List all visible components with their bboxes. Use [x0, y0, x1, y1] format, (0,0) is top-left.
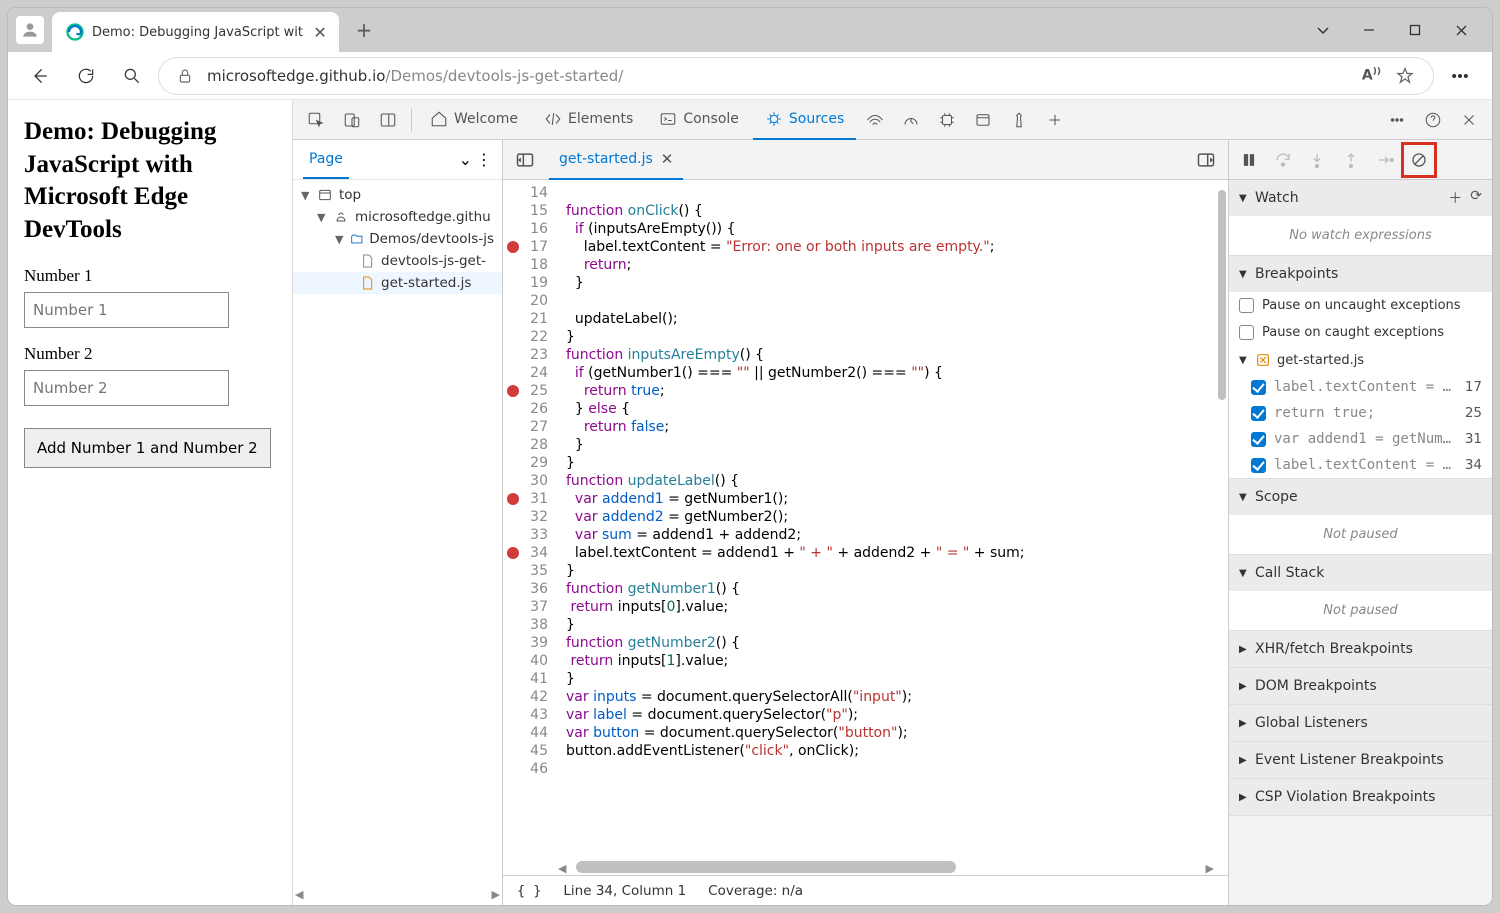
navigator-scrollbar[interactable]: ◀▶ [293, 888, 502, 905]
lock-icon [177, 68, 193, 84]
editor-file-tab[interactable]: get-started.js✕ [549, 140, 683, 180]
memory-icon[interactable] [930, 100, 964, 140]
network-icon[interactable] [858, 100, 892, 140]
add-numbers-button[interactable]: Add Number 1 and Number 2 [24, 428, 271, 468]
address-bar[interactable]: microsoftedge.github.io/Demos/devtools-j… [158, 57, 1434, 95]
close-file-icon[interactable]: ✕ [661, 150, 674, 168]
pause-caught-checkbox[interactable]: Pause on caught exceptions [1229, 319, 1492, 346]
pause-uncaught-checkbox[interactable]: Pause on uncaught exceptions [1229, 292, 1492, 319]
breakpoints-section-header[interactable]: ▼Breakpoints [1229, 256, 1492, 292]
minimize-button[interactable] [1346, 13, 1392, 47]
browser-toolbar: microsoftedge.github.io/Demos/devtools-j… [8, 52, 1492, 100]
pause-button[interactable] [1233, 144, 1265, 176]
devtools-tabs: Welcome Elements Console Sources [293, 100, 1492, 140]
deactivate-breakpoints-button[interactable] [1403, 144, 1435, 176]
tree-file-html[interactable]: devtools-js-get- [293, 250, 502, 272]
more-tabs-button[interactable] [1038, 100, 1072, 140]
close-devtools-button[interactable] [1452, 100, 1486, 140]
new-tab-button[interactable]: + [347, 13, 381, 47]
code-editor[interactable]: 1415161718192021222324252627282930313233… [503, 180, 1228, 875]
performance-icon[interactable] [894, 100, 928, 140]
watch-section-header[interactable]: ▼Watch ＋⟳ [1229, 180, 1492, 216]
xhr-breakpoints-header[interactable]: ▶XHR/fetch Breakpoints [1229, 631, 1492, 667]
editor-vertical-scrollbar[interactable] [1216, 180, 1228, 858]
step-into-button[interactable] [1301, 144, 1333, 176]
pretty-print-icon[interactable]: { } [517, 883, 541, 899]
settings-menu-button[interactable] [1440, 56, 1480, 96]
titlebar: Demo: Debugging JavaScript wit ✕ + [8, 8, 1492, 52]
coverage-status: Coverage: n/a [708, 883, 803, 899]
inspect-element-icon[interactable] [299, 100, 333, 140]
toggle-debugger-button[interactable] [1192, 146, 1220, 174]
number2-input[interactable] [24, 370, 229, 406]
back-button[interactable] [20, 56, 60, 96]
number1-label: Number 1 [24, 266, 276, 286]
maximize-button[interactable] [1392, 13, 1438, 47]
csp-breakpoints-header[interactable]: ▶CSP Violation Breakpoints [1229, 779, 1492, 815]
edge-icon [66, 23, 84, 41]
step-button[interactable] [1369, 144, 1401, 176]
editor-pane: get-started.js✕ 141516171819202122232425… [503, 140, 1229, 905]
scope-section-header[interactable]: ▼Scope [1229, 479, 1492, 515]
tab-actions-chevron[interactable] [1300, 13, 1346, 47]
tab-sources[interactable]: Sources [753, 100, 856, 140]
tree-domain[interactable]: ▼microsoftedge.githu [293, 206, 502, 228]
debugger-pane: ▼Watch ＋⟳ No watch expressions ▼Breakpoi… [1229, 140, 1492, 905]
devtools: Welcome Elements Console Sources [293, 100, 1492, 905]
help-icon[interactable] [1416, 100, 1450, 140]
refresh-watch-icon[interactable]: ⟳ [1470, 188, 1482, 208]
search-button[interactable] [112, 56, 152, 96]
toggle-navigator-button[interactable] [511, 146, 539, 174]
editor-horizontal-scrollbar[interactable]: ◀▶ [558, 860, 1214, 875]
event-listener-breakpoints-header[interactable]: ▶Event Listener Breakpoints [1229, 742, 1492, 778]
cursor-position: Line 34, Column 1 [563, 883, 686, 899]
devtools-more-button[interactable] [1380, 100, 1414, 140]
callstack-section-header[interactable]: ▼Call Stack [1229, 555, 1492, 591]
browser-tab[interactable]: Demo: Debugging JavaScript wit ✕ [52, 12, 339, 52]
tab-title: Demo: Debugging JavaScript wit [92, 25, 303, 40]
application-icon[interactable] [966, 100, 1000, 140]
profile-avatar[interactable] [16, 16, 44, 44]
global-listeners-header[interactable]: ▶Global Listeners [1229, 705, 1492, 741]
tab-console[interactable]: Console [647, 100, 751, 140]
breakpoint-entry[interactable]: var addend1 = getNum…31 [1229, 426, 1492, 452]
navigator-pane: Page ⌄ ⋮ ▼top ▼microsoftedge.githu ▼Demo… [293, 140, 503, 905]
tab-elements[interactable]: Elements [532, 100, 645, 140]
tab-close-button[interactable]: ✕ [311, 23, 329, 41]
breakpoint-entry[interactable]: label.textContent = …34 [1229, 452, 1492, 478]
breakpoint-file[interactable]: ▼get-started.js [1229, 346, 1492, 374]
editor-status-bar: { } Line 34, Column 1 Coverage: n/a [503, 875, 1228, 905]
read-aloud-icon[interactable]: A)) [1362, 67, 1381, 84]
url-text: microsoftedge.github.io/Demos/devtools-j… [207, 67, 623, 85]
dom-breakpoints-header[interactable]: ▶DOM Breakpoints [1229, 668, 1492, 704]
dock-side-icon[interactable] [371, 100, 405, 140]
navigator-more-icon[interactable]: ⋮ [476, 150, 492, 169]
close-window-button[interactable] [1438, 13, 1484, 47]
watch-empty-text: No watch expressions [1229, 216, 1492, 255]
device-emulation-icon[interactable] [335, 100, 369, 140]
breakpoint-entry[interactable]: return true;25 [1229, 400, 1492, 426]
page-title: Demo: Debugging JavaScript with Microsof… [24, 116, 276, 246]
step-out-button[interactable] [1335, 144, 1367, 176]
number2-label: Number 2 [24, 344, 276, 364]
number1-input[interactable] [24, 292, 229, 328]
tab-welcome[interactable]: Welcome [418, 100, 530, 140]
step-over-button[interactable] [1267, 144, 1299, 176]
favorite-icon[interactable] [1395, 66, 1415, 86]
lighthouse-icon[interactable] [1002, 100, 1036, 140]
add-watch-icon[interactable]: ＋ [1448, 188, 1462, 208]
tree-file-js[interactable]: get-started.js [293, 272, 502, 294]
demo-page: Demo: Debugging JavaScript with Microsof… [8, 100, 293, 905]
breakpoint-entry[interactable]: label.textContent = …17 [1229, 374, 1492, 400]
tree-folder[interactable]: ▼Demos/devtools-js [293, 228, 502, 250]
navigator-page-tab[interactable]: Page [303, 141, 349, 179]
reload-button[interactable] [66, 56, 106, 96]
tree-top[interactable]: ▼top [293, 184, 502, 206]
navigator-dropdown-icon[interactable]: ⌄ [459, 150, 472, 169]
